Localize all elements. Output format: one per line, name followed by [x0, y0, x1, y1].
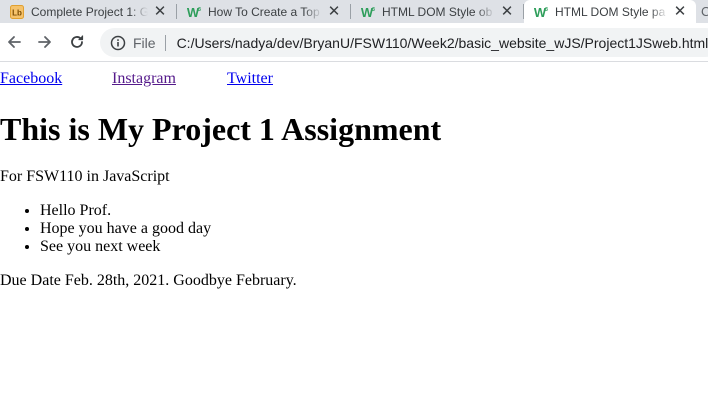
info-icon[interactable]: [110, 35, 126, 51]
tab-title: Complete Project 1: G: [31, 4, 148, 19]
twitter-link[interactable]: Twitter: [227, 70, 273, 88]
instagram-link[interactable]: Instagram: [112, 70, 176, 88]
page-content: Facebook Instagram Twitter This is My Pr…: [0, 62, 708, 413]
back-button[interactable]: [3, 31, 25, 53]
close-tab-icon[interactable]: ✕: [326, 4, 342, 20]
browser-tab[interactable]: W 3 HTML DOM Style ob ✕: [351, 0, 523, 23]
address-bar[interactable]: File C:/Users/nadya/dev/BryanU/FSW110/We…: [100, 28, 708, 57]
due-date-text: Due Date Feb. 28th, 2021. Goodbye Februa…: [0, 272, 297, 289]
forward-button[interactable]: [34, 31, 56, 53]
bullet-list: Hello Prof. Hope you have a good day See…: [0, 202, 211, 256]
file-scheme-label: File: [133, 34, 156, 51]
browser-toolbar: File C:/Users/nadya/dev/BryanU/FSW110/We…: [0, 23, 708, 62]
subtitle: For FSW110 in JavaScript: [0, 168, 170, 185]
reload-icon: [71, 35, 84, 48]
svg-text:Lb: Lb: [12, 8, 22, 17]
browser-tab-strip: Lb Complete Project 1: G ✕ W 3 How To Cr…: [0, 0, 708, 23]
tab-title: HTML DOM Style pa: [555, 4, 668, 19]
lb-icon: Lb: [10, 4, 24, 19]
facebook-link[interactable]: Facebook: [0, 70, 62, 88]
list-item: Hello Prof.: [40, 202, 211, 220]
close-tab-icon[interactable]: ✕: [499, 4, 515, 20]
w3schools-icon: W 3: [187, 5, 201, 20]
close-tab-icon[interactable]: ✕: [152, 4, 168, 20]
reload-button[interactable]: [66, 31, 88, 53]
close-tab-icon[interactable]: ✕: [672, 4, 688, 20]
list-item: Hope you have a good day: [40, 220, 211, 238]
arrow-left-icon: [8, 36, 21, 48]
tab-title: HTML DOM Style ob: [382, 4, 495, 19]
partial-tab[interactable]: C: [701, 0, 708, 23]
page-title: This is My Project 1 Assignment: [0, 111, 442, 147]
w3schools-icon: W 3: [361, 5, 375, 20]
svg-text:3: 3: [198, 7, 201, 13]
list-item: See you next week: [40, 238, 211, 256]
tab-title: How To Create a Top: [208, 4, 322, 19]
arrow-right-icon: [38, 36, 51, 48]
address-divider: [164, 34, 166, 51]
browser-tab[interactable]: W 3 How To Create a Top ✕: [177, 0, 350, 23]
svg-text:3: 3: [545, 7, 548, 13]
svg-text:3: 3: [372, 7, 375, 13]
browser-tab-active[interactable]: W 3 HTML DOM Style pa ✕: [524, 0, 696, 23]
w3schools-icon: W 3: [534, 5, 548, 20]
url-text[interactable]: C:/Users/nadya/dev/BryanU/FSW110/Week2/b…: [177, 35, 708, 51]
browser-tab[interactable]: Lb Complete Project 1: G ✕: [0, 0, 176, 23]
